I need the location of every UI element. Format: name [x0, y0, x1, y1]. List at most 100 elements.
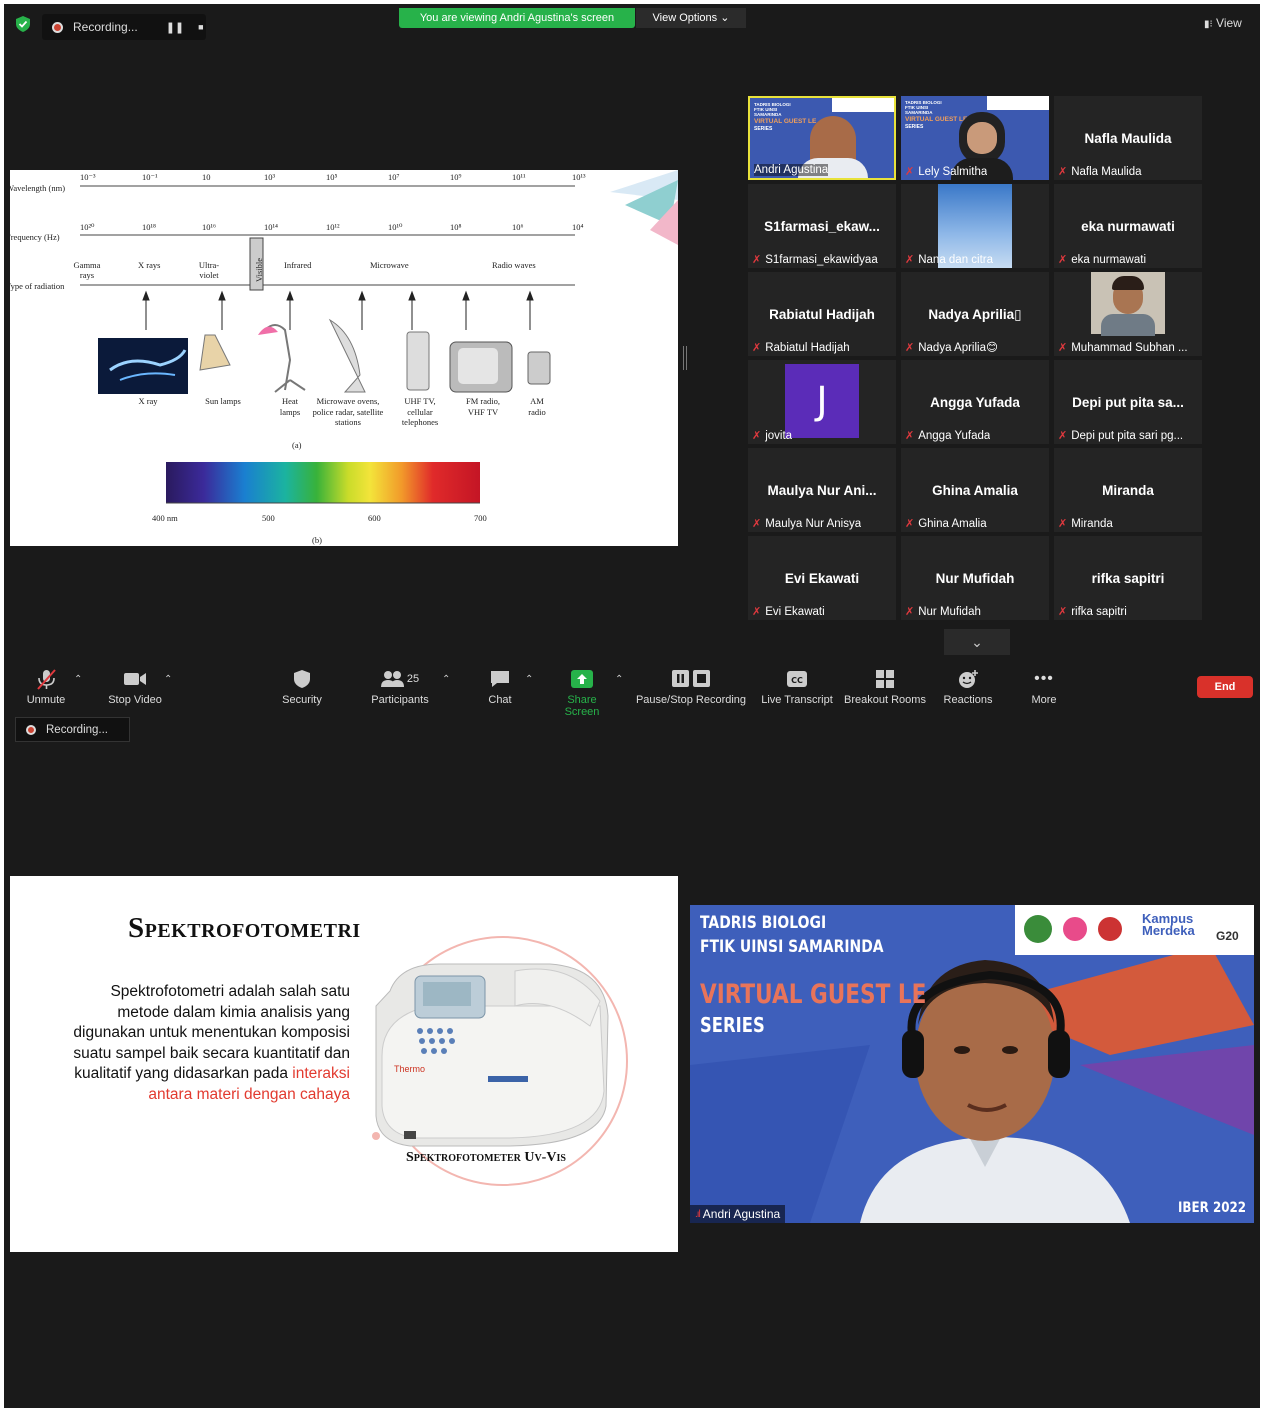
gallery-next-page-button[interactable]: ⌄: [944, 629, 1010, 655]
live-transcript-button[interactable]: CC Live Transcript: [758, 668, 836, 706]
view-button[interactable]: ▮⁝ View: [1204, 16, 1242, 30]
shield-icon[interactable]: [16, 16, 30, 32]
stop-video-button[interactable]: Stop Video: [102, 668, 168, 706]
participant-name-label: ✗ Maulya Nur Anisya: [752, 517, 861, 531]
mic-muted-icon: ✗: [752, 254, 762, 266]
participant-tile[interactable]: Ghina Amalia ✗ Ghina Amalia: [901, 448, 1049, 532]
share-screen-button[interactable]: Share Screen: [549, 668, 615, 718]
chat-label: Chat: [488, 694, 512, 706]
share-options-caret[interactable]: ⌃: [615, 674, 623, 685]
record-dot-icon: [52, 21, 63, 33]
participant-name: rifka sapitri: [1071, 605, 1127, 618]
share-screen-arrow-icon: [571, 670, 593, 688]
share-screen-label: Share Screen: [564, 694, 600, 718]
view-label: View: [1216, 16, 1242, 30]
device-label: FM radio, VHF TV: [466, 396, 500, 417]
participant-name-label: ✗ Nafla Maulida: [1058, 165, 1142, 179]
participants-button[interactable]: 25 Participants: [364, 668, 436, 706]
participant-name-label: ✗ eka nurmawati: [1058, 253, 1146, 267]
recording-status-label: Recording...: [46, 723, 109, 736]
participant-tile[interactable]: Depi put pita sa... ✗ Depi put pita sari p…: [1054, 360, 1202, 444]
meeting-window-2: Spektrofotometri Spektrofotometri adalah…: [4, 744, 1260, 1408]
participant-tile[interactable]: Rabiatul Hadijah ✗ Rabiatul Hadijah: [748, 272, 896, 356]
chevron-down-icon: ⌄: [971, 634, 983, 650]
participant-name-label: ✗ Nur Mufidah: [905, 605, 981, 619]
audio-options-caret[interactable]: ⌃: [74, 674, 82, 685]
participant-tile[interactable]: Evi Ekawati ✗ Evi Ekawati: [748, 536, 896, 620]
signal-bars-icon: .ıl: [695, 1208, 701, 1220]
live-transcript-label: Live Transcript: [761, 694, 833, 706]
thumb-series: SERIES: [905, 124, 924, 130]
caption-b: (b): [312, 535, 322, 545]
mic-muted-icon: ✗: [1058, 254, 1068, 266]
participant-name-label: ✗ Ghina Amalia: [905, 517, 987, 531]
splitter-handle[interactable]: [683, 346, 687, 370]
radiation-type-label: Ultra-violet: [198, 260, 220, 280]
grid-view-icon: ▮⁝: [1204, 19, 1213, 30]
view-options-button[interactable]: View Options ⌄: [636, 8, 746, 28]
participant-name-label: Andri Agustina: [754, 164, 829, 176]
participant-name-label: ✗ S1farmasi_ekawidyaa: [752, 253, 878, 267]
participant-tile[interactable]: TADRIS BIOLOGI FTIK UINSI SAMARINDA VIRTU…: [748, 96, 896, 180]
participant-name: Depi put pita sari pg...: [1071, 429, 1184, 442]
mic-muted-icon: ✗: [905, 606, 915, 618]
participant-tile[interactable]: Miranda ✗ Miranda: [1054, 448, 1202, 532]
security-button[interactable]: Security: [272, 668, 332, 706]
frequency-tick: 10¹⁰: [388, 222, 403, 232]
frequency-axis-label: Frequency (Hz): [10, 232, 60, 242]
spectrum-tick: 400 nm: [152, 513, 178, 523]
more-button[interactable]: ••• More: [1024, 668, 1064, 706]
mic-muted-icon: ✗: [1058, 166, 1068, 178]
participant-display-name: Miranda: [1102, 483, 1154, 498]
reactions-button[interactable]: Reactions: [940, 668, 996, 706]
participant-display-name: eka nurmawati: [1081, 219, 1175, 234]
participant-display-name: Nur Mufidah: [935, 571, 1015, 586]
svg-text:CC: CC: [791, 676, 803, 685]
participant-tile[interactable]: ✗ Muhammad Subhan ...: [1054, 272, 1202, 356]
participant-tile[interactable]: Nafla Maulida ✗ Nafla Maulida: [1054, 96, 1202, 180]
chat-options-caret[interactable]: ⌃: [525, 674, 533, 685]
radiation-type-label: Infrared: [284, 260, 312, 270]
participants-label: Participants: [371, 694, 429, 706]
participant-tile[interactable]: Nur Mufidah ✗ Nur Mufidah: [901, 536, 1049, 620]
participant-tile[interactable]: Maulya Nur Ani... ✗ Maulya Nur Anisya: [748, 448, 896, 532]
participant-name-label: ✗ Muhammad Subhan ...: [1058, 341, 1188, 355]
mic-muted-icon: ✗: [1058, 430, 1068, 442]
frequency-tick: 10¹⁸: [142, 222, 157, 232]
participant-display-name: Maulya Nur Ani...: [767, 483, 877, 498]
chat-button[interactable]: Chat: [480, 668, 520, 706]
participant-tile[interactable]: eka nurmawati ✗ eka nurmawati: [1054, 184, 1202, 268]
unmute-label: Unmute: [26, 694, 66, 706]
breakout-rooms-button[interactable]: Breakout Rooms: [842, 668, 928, 706]
participant-tile[interactable]: J ✗ jovita: [748, 360, 896, 444]
pause-stop-recording-button[interactable]: Pause/Stop Recording: [634, 668, 748, 706]
end-meeting-button[interactable]: End: [1197, 676, 1253, 698]
thumb-series: SERIES: [754, 126, 773, 132]
chevron-down-icon: ⌄: [720, 12, 730, 24]
mic-muted-icon: ✗: [905, 341, 915, 354]
participant-name-label: ✗ Miranda: [1058, 517, 1113, 531]
participant-name-label: ✗ Nana dan citra: [905, 253, 993, 267]
speaker-header-1: TADRIS BIOLOGI: [700, 913, 827, 933]
participant-display-name: Depi put pita sa...: [1072, 395, 1184, 410]
unmute-button[interactable]: Unmute: [22, 668, 70, 706]
mic-muted-icon: ✗: [905, 166, 915, 178]
participant-display-name: S1farmasi_ekaw...: [764, 219, 880, 234]
participants-options-caret[interactable]: ⌃: [442, 674, 450, 685]
participant-tile[interactable]: ✗ Nana dan citra: [901, 184, 1049, 268]
video-options-caret[interactable]: ⌃: [164, 674, 172, 685]
device-label: X ray: [138, 396, 158, 406]
participant-name: Nadya Aprilia😊: [918, 342, 998, 354]
device-label: UHF TV, cellular telephones: [401, 396, 439, 427]
participant-tile[interactable]: rifka sapitri ✗ rifka sapitri: [1054, 536, 1202, 620]
participant-tile[interactable]: TADRIS BIOLOGI FTIK UINSI SAMARINDA VIRTU…: [901, 96, 1049, 180]
participant-tile[interactable]: Angga Yufada ✗ Angga Yufada: [901, 360, 1049, 444]
stop-icon[interactable]: ■: [198, 22, 203, 32]
pause-icon[interactable]: ❚❚: [166, 21, 184, 34]
participant-display-name: Angga Yufada: [930, 395, 1020, 410]
frequency-tick: 10¹²: [326, 222, 340, 232]
participant-tile[interactable]: Nadya Aprilia▯ ✗ Nadya Aprilia😊: [901, 272, 1049, 356]
radiation-type-label: Microwave: [370, 260, 409, 270]
device-label: AM radio: [528, 396, 546, 417]
participant-tile[interactable]: S1farmasi_ekaw... ✗ S1farmasi_ekawidyaa: [748, 184, 896, 268]
